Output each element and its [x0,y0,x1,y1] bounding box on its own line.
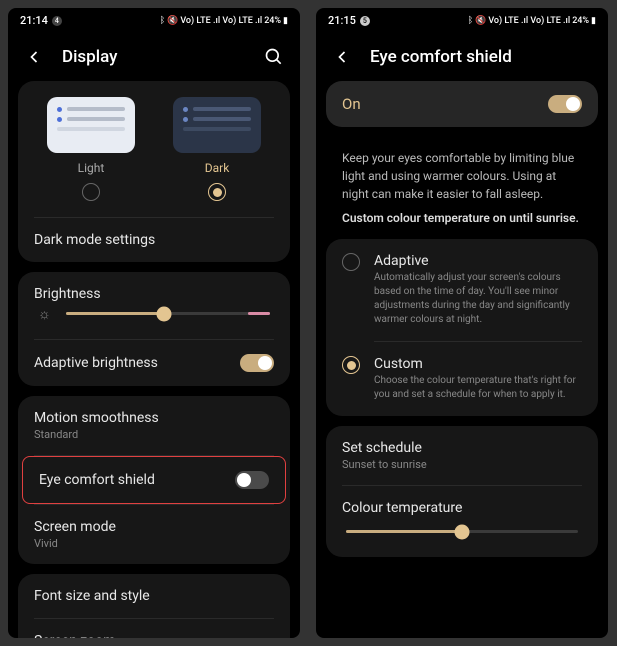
theme-light-option[interactable]: Light [34,97,148,201]
adaptive-brightness-toggle[interactable] [240,354,274,372]
colour-temp-slider[interactable] [346,530,578,533]
schedule-temp-section: Set schedule Sunset to sunrise Colour te… [326,426,598,557]
battery-icon: ▮ [283,16,288,26]
theme-section: Light Dark Dark mode settings [18,81,290,262]
on-toggle-section[interactable]: On [326,81,598,127]
description-text: Keep your eyes comfortable by limiting b… [326,137,598,211]
eye-comfort-main-toggle[interactable] [548,95,582,113]
adaptive-desc: Automatically adjust your screen's colou… [374,271,582,327]
theme-light-label: Light [78,161,105,175]
motion-smoothness-sub: Standard [34,428,274,441]
display-options-section: Motion smoothness Standard Eye comfort s… [18,396,290,564]
page-title: Display [62,47,246,67]
eye-comfort-toggle[interactable] [235,471,269,489]
brightness-slider[interactable] [66,312,270,315]
theme-dark-label: Dark [205,161,230,175]
back-arrow-icon[interactable] [24,47,44,67]
clock-time: 21:15 [328,14,356,27]
adaptive-title: Adaptive [374,253,582,269]
status-bar: 21:15 5 ᛒ 🔇 Vo) LTE .ıl Vo) LTE .ıl 24% … [316,8,608,33]
adaptive-radio[interactable] [342,253,360,271]
header: Eye comfort shield [316,33,608,81]
screen-mode-sub: Vivid [34,537,274,550]
light-preview-icon [47,97,135,153]
battery-percent: 24% [572,16,589,26]
clock-time: 21:14 [20,14,48,27]
set-schedule-item[interactable]: Set schedule Sunset to sunrise [326,426,598,485]
schedule-label: Set schedule [342,440,582,456]
status-bar: 21:14 4 ᛒ 🔇 Vo) LTE .ıl Vo) LTE .ıl 24% … [8,8,300,33]
dark-preview-icon [173,97,261,153]
mode-section: Adaptive Automatically adjust your scree… [326,239,598,416]
network-indicators: Vo) LTE .ıl Vo) LTE .ıl [488,16,570,26]
theme-dark-option[interactable]: Dark [160,97,274,201]
screen-zoom-item[interactable]: Screen zoom [18,619,290,638]
back-arrow-icon[interactable] [332,47,352,67]
notification-count-icon: 5 [360,16,370,26]
bluetooth-icon: ᛒ [160,16,165,26]
network-indicators: Vo) LTE .ıl Vo) LTE .ıl [180,16,262,26]
mute-icon: 🔇 [475,16,486,26]
brightness-section: Brightness ☼ Adaptive brightness [18,272,290,386]
notification-count-icon: 4 [52,16,62,26]
eye-comfort-screen: 21:15 5 ᛒ 🔇 Vo) LTE .ıl Vo) LTE .ıl 24% … [316,8,608,638]
motion-smoothness-label: Motion smoothness [34,410,274,426]
eye-comfort-label: Eye comfort shield [39,472,155,488]
eye-comfort-shield-item[interactable]: Eye comfort shield [22,456,286,504]
brightness-item[interactable]: Brightness ☼ [18,272,290,339]
motion-smoothness-item[interactable]: Motion smoothness Standard [18,396,290,455]
theme-dark-radio[interactable] [208,183,226,201]
adaptive-brightness-label: Adaptive brightness [34,355,158,371]
bluetooth-icon: ᛒ [468,16,473,26]
battery-icon: ▮ [591,16,596,26]
font-zoom-section: Font size and style Screen zoom [18,574,290,638]
header: Display [8,33,300,81]
colour-temperature-item[interactable]: Colour temperature [326,486,598,557]
page-title: Eye comfort shield [370,47,592,67]
description-status: Custom colour temperature on until sunri… [326,211,598,239]
custom-title: Custom [374,356,582,372]
colour-temp-label: Colour temperature [342,500,582,516]
adaptive-option[interactable]: Adaptive Automatically adjust your scree… [326,239,598,341]
display-settings-screen: 21:14 4 ᛒ 🔇 Vo) LTE .ıl Vo) LTE .ıl 24% … [8,8,300,638]
theme-light-radio[interactable] [82,183,100,201]
brightness-icon: ☼ [38,305,51,322]
battery-percent: 24% [264,16,281,26]
screen-mode-item[interactable]: Screen mode Vivid [18,505,290,564]
dark-mode-settings-item[interactable]: Dark mode settings [18,218,290,262]
font-size-item[interactable]: Font size and style [18,574,290,618]
custom-desc: Choose the colour temperature that's rig… [374,374,582,402]
custom-option[interactable]: Custom Choose the colour temperature tha… [326,342,598,416]
on-label: On [342,95,361,113]
custom-radio[interactable] [342,356,360,374]
adaptive-brightness-item[interactable]: Adaptive brightness [18,340,290,386]
mute-icon: 🔇 [167,16,178,26]
schedule-sub: Sunset to sunrise [342,458,582,471]
screen-mode-label: Screen mode [34,519,274,535]
brightness-label: Brightness [34,286,101,302]
search-icon[interactable] [264,47,284,67]
